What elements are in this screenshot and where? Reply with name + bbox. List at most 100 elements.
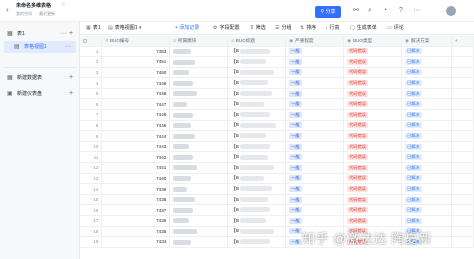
severity-cell[interactable]: 一般 <box>285 151 345 164</box>
bug-type-cell[interactable]: 代码错误 <box>343 130 403 142</box>
severity-cell[interactable]: 一般 <box>285 130 345 142</box>
field-config-button[interactable]: ⚙ 字段配置 <box>213 22 240 35</box>
title-cell[interactable]: 【B <box>227 109 287 121</box>
title-cell[interactable]: 【B <box>227 120 287 132</box>
column-header-bug-type[interactable]: ◉ BUG类型 <box>343 36 403 47</box>
star-icon[interactable]: ☆ <box>61 2 65 8</box>
more-icon[interactable]: ⋯ <box>412 6 422 16</box>
column-header-module[interactable]: ≡ 所属模块 <box>169 36 229 47</box>
severity-cell[interactable]: 一般 <box>285 204 345 216</box>
generate-form-button[interactable]: ▢ 生成表单 <box>350 22 377 35</box>
title-cell[interactable]: 【B <box>227 88 287 100</box>
severity-cell[interactable]: 一般 <box>285 67 345 79</box>
bug-id-cell[interactable]: 7441 <box>101 162 171 174</box>
filter-button[interactable]: ⊽ 筛选 <box>250 22 266 35</box>
solution-cell[interactable]: 已解决 <box>401 46 452 58</box>
sidebar-item-new-table[interactable]: ▦ 新建数据表 + <box>0 72 80 84</box>
title-cell[interactable]: 【B <box>227 194 287 206</box>
table-row[interactable]: 6 7447 【B 一般 代码错误 已解决 <box>80 98 474 111</box>
table-row[interactable]: 15 7438 【B 一般 代码错误 已解决 <box>80 194 474 206</box>
add-column-button[interactable]: + <box>451 36 474 47</box>
bug-type-cell[interactable]: 代码错误 <box>343 162 403 174</box>
module-cell[interactable] <box>169 98 229 111</box>
severity-cell[interactable]: 一般 <box>285 162 345 174</box>
bug-type-cell[interactable]: 代码错误 <box>343 141 403 153</box>
add-icon[interactable]: + <box>69 28 73 40</box>
sidebar-item-new-dashboard[interactable]: ▣ 新建仪表盘 + <box>0 88 80 100</box>
title-cell[interactable]: 【B <box>227 130 287 142</box>
module-cell[interactable] <box>169 130 229 142</box>
module-cell[interactable] <box>169 46 229 58</box>
module-cell[interactable] <box>169 120 229 132</box>
sidebar-item-table1[interactable]: ▦ 表1 ⋯ + <box>0 28 80 40</box>
module-cell[interactable] <box>169 162 229 174</box>
column-header-bug-id[interactable]: # BUG编号 <box>101 36 171 47</box>
title-cell[interactable]: 【B <box>227 204 287 216</box>
bug-id-cell[interactable]: 7438 <box>101 194 171 206</box>
bug-id-cell[interactable]: 7446 <box>101 109 171 121</box>
column-header-title[interactable]: ≡ BUG标题 <box>227 36 287 47</box>
column-header-severity[interactable]: ◉ 严重程度 <box>285 36 345 47</box>
severity-cell[interactable]: 一般 <box>285 183 345 195</box>
title-cell[interactable]: 【B <box>227 226 287 238</box>
bug-type-cell[interactable]: 代码错误 <box>343 215 403 227</box>
select-all-checkbox[interactable] <box>80 36 103 47</box>
solution-cell[interactable]: 已解决 <box>401 204 452 216</box>
bug-id-cell[interactable]: 7439 <box>101 183 171 195</box>
module-cell[interactable] <box>169 151 229 164</box>
severity-cell[interactable]: 一般 <box>285 109 345 121</box>
bug-id-cell[interactable]: 7443 <box>101 141 171 153</box>
bug-id-cell[interactable]: 7447 <box>101 98 171 111</box>
title-cell[interactable]: 【B <box>227 215 287 227</box>
table-row[interactable]: 4 7449 【B 一般 代码错误 已解决 <box>80 77 474 89</box>
severity-cell[interactable]: 一般 <box>285 120 345 132</box>
module-cell[interactable] <box>169 236 229 248</box>
title-cell[interactable]: 【B <box>227 236 287 248</box>
bug-type-cell[interactable]: 代码错误 <box>343 120 403 132</box>
solution-cell[interactable]: 已解决 <box>401 56 452 68</box>
tab-grid-view[interactable]: ▤ 表格视图1 ▾ <box>108 22 143 35</box>
solution-cell[interactable]: 已解决 <box>401 141 452 153</box>
module-cell[interactable] <box>169 226 229 238</box>
table-row[interactable]: 14 7439 【B 一般 代码错误 已解决 <box>80 183 474 195</box>
bug-id-cell[interactable]: 7435 <box>101 226 171 238</box>
bug-id-cell[interactable]: 7437 <box>101 204 171 216</box>
title-cell[interactable]: 【B <box>227 98 287 111</box>
bug-type-cell[interactable]: 代码错误 <box>343 88 403 100</box>
tab-table[interactable]: ▦ 表1 <box>86 22 101 35</box>
table-row[interactable]: 13 7440 【B 一般 代码错误 已解决 <box>80 173 474 185</box>
module-cell[interactable] <box>169 109 229 121</box>
module-cell[interactable] <box>169 194 229 206</box>
title-cell[interactable]: 【B <box>227 173 287 185</box>
module-cell[interactable] <box>169 77 229 89</box>
bell-icon[interactable]: ◔ <box>380 6 390 16</box>
module-cell[interactable] <box>169 141 229 153</box>
bug-type-cell[interactable]: 代码错误 <box>343 173 403 185</box>
add-icon[interactable]: + <box>69 88 73 100</box>
severity-cell[interactable]: 一般 <box>285 77 345 89</box>
bug-type-cell[interactable]: 代码错误 <box>343 67 403 79</box>
table-row[interactable]: 7 7446 【B 一般 代码错误 已解决 <box>80 109 474 121</box>
bug-id-cell[interactable]: 7436 <box>101 215 171 227</box>
share-button[interactable]: ⚲ 分享 <box>315 6 341 18</box>
more-icon[interactable]: ⋯ <box>60 28 66 40</box>
back-arrow-icon[interactable]: ‹ <box>3 5 12 14</box>
module-cell[interactable] <box>169 88 229 100</box>
bug-type-cell[interactable]: 代码错误 <box>343 151 403 164</box>
link-icon[interactable]: ⚯ <box>351 6 361 16</box>
more-icon[interactable]: ⋯ <box>65 41 71 53</box>
bug-type-cell[interactable]: 代码错误 <box>343 194 403 206</box>
solution-cell[interactable]: 已解决 <box>401 98 452 111</box>
title-cell[interactable]: 【B <box>227 141 287 153</box>
bug-id-cell[interactable]: 7442 <box>101 151 171 164</box>
severity-cell[interactable]: 一般 <box>285 194 345 206</box>
solution-cell[interactable]: 已解决 <box>401 173 452 185</box>
avatar[interactable] <box>446 6 456 16</box>
row-height-button[interactable]: ↕ 行高 <box>325 22 340 35</box>
table-row[interactable]: 9 7444 【B 一般 代码错误 已解决 <box>80 130 474 142</box>
table-row[interactable]: 17 7436 【B 一般 代码错误 已解决 <box>80 215 474 227</box>
sidebar-item-grid-view[interactable]: ▤ 表格视图1 ⋯ <box>4 41 76 53</box>
help-icon[interactable]: ? <box>396 6 406 16</box>
module-cell[interactable] <box>169 173 229 185</box>
add-record-button[interactable]: + 添加记录 <box>175 22 199 35</box>
